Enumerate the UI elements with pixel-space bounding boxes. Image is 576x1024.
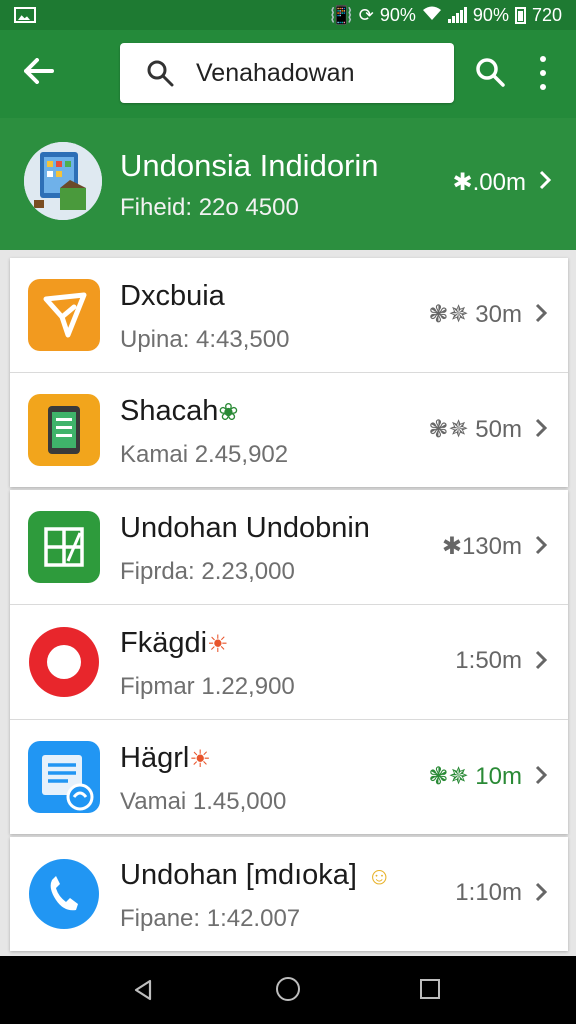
nav-recent-apps-icon[interactable] (420, 979, 440, 999)
list-item[interactable]: Dxcbuia Upina: 4:43,500 ❃✵ 30m (10, 258, 568, 373)
chevron-right-icon (535, 765, 548, 785)
wifi-icon (422, 5, 442, 26)
badge-icon: ☺ (366, 863, 392, 890)
nav-home-icon[interactable] (276, 977, 300, 1001)
app-detail: Kamai 2.45,902 (120, 441, 289, 468)
featured-app-title: Undonsia Indidorin (120, 148, 379, 183)
featured-app-row[interactable]: Undonsia Indidorin Fiheid: 22o 4500 ✱.00… (0, 118, 576, 250)
featured-app-subtitle: Fiheid: 22o 4500 (120, 194, 299, 221)
back-arrow-icon[interactable] (22, 56, 56, 90)
search-icon (147, 60, 174, 87)
search-query-text: Venahadowan (196, 58, 355, 87)
app-meta: ❃✵ 10m (428, 763, 522, 790)
circle-app-icon (29, 627, 99, 697)
phone-app-icon (29, 859, 99, 929)
app-meta: 1:10m (455, 879, 522, 906)
app-meta: 1:50m (455, 647, 522, 674)
app-name: Hägrl☀ (120, 742, 211, 774)
battery-percent-1: 90% (379, 4, 416, 25)
system-nav-bar (0, 956, 576, 1024)
app-detail: Vamai 1.45,000 (120, 788, 287, 815)
app-meta: ✱130m (441, 533, 522, 560)
list-item[interactable]: Shacah❀ Kamai 2.45,902 ❃✵ 50m (10, 373, 568, 487)
app-detail: Fiprda: 2.23,000 (120, 558, 295, 585)
list-item[interactable]: Hägrl☀ Vamai 1.45,000 ❃✵ 10m (10, 720, 568, 834)
status-bar: 📳 ⟳ 90% 90% 720 (0, 0, 576, 30)
featured-app-meta: ✱.00m (452, 169, 526, 196)
tablet-app-icon (28, 394, 100, 466)
battery-icon (514, 6, 526, 24)
app-name: Dxcbuia (120, 280, 225, 312)
list-item[interactable]: Fkägdi☀ Fipmar 1.22,900 1:50m (10, 605, 568, 720)
badge-icon: ☀ (207, 631, 229, 658)
chevron-right-icon (539, 170, 552, 190)
chevron-right-icon (535, 303, 548, 323)
nav-back-icon[interactable] (132, 978, 156, 1002)
app-name: Undohan [mdıoka] ☺ (120, 859, 392, 891)
sync-icon: ⟳ (358, 4, 374, 25)
featured-app-avatar (24, 142, 102, 220)
app-card-group-3: Undohan [mdıoka] ☺ Fipane: 1:42.007 1:10m (10, 837, 568, 951)
app-detail: Fipmar 1.22,900 (120, 673, 295, 700)
app-toolbar: Venahadowan (0, 30, 576, 118)
chevron-right-icon (535, 535, 548, 555)
send-app-icon (28, 279, 100, 351)
app-card-group-1: Dxcbuia Upina: 4:43,500 ❃✵ 30m Shacah❀ K… (10, 258, 568, 487)
app-name: Undohan Undobnin (120, 512, 370, 544)
badge-icon: ☀ (189, 746, 211, 773)
image-notification-icon (14, 7, 36, 23)
app-card-group-2: Undohan Undobnin Fiprda: 2.23,000 ✱130m … (10, 490, 568, 834)
chevron-right-icon (535, 882, 548, 902)
document-app-icon (28, 741, 100, 813)
app-detail: Upina: 4:43,500 (120, 326, 290, 353)
list-item[interactable]: Undohan Undobnin Fiprda: 2.23,000 ✱130m (10, 490, 568, 605)
search-input[interactable]: Venahadowan (120, 43, 454, 103)
app-meta: ❃✵ 30m (428, 301, 522, 328)
more-options-icon[interactable] (536, 56, 550, 90)
chevron-right-icon (535, 650, 548, 670)
app-name: Shacah❀ (120, 395, 239, 427)
battery-percent-2: 90% (472, 4, 509, 25)
signal-icon (447, 7, 467, 23)
app-name: Fkägdi☀ (120, 627, 229, 659)
app-meta: ❃✵ 50m (428, 416, 522, 443)
badge-icon: ❀ (218, 399, 239, 426)
chevron-right-icon (535, 418, 548, 438)
list-item[interactable]: Undohan [mdıoka] ☺ Fipane: 1:42.007 1:10m (10, 837, 568, 951)
spreadsheet-app-icon (28, 511, 100, 583)
app-detail: Fipane: 1:42.007 (120, 905, 301, 932)
clock: 720 (531, 4, 562, 25)
search-icon[interactable] (474, 56, 506, 88)
vibrate-icon: 📳 (330, 4, 353, 25)
